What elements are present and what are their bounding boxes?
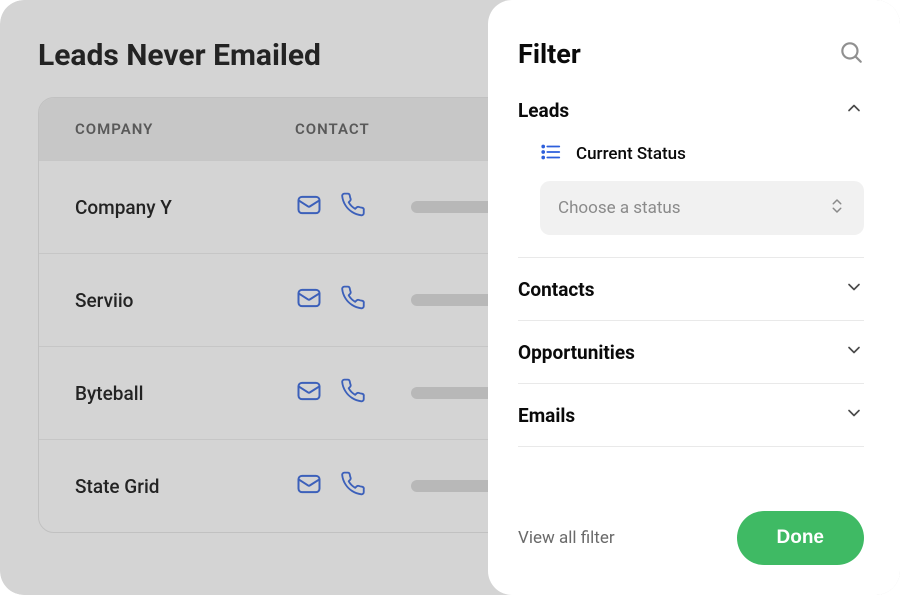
phone-icon[interactable] bbox=[341, 471, 367, 501]
filter-title: Filter bbox=[518, 38, 581, 70]
filter-section-emails: Emails bbox=[518, 384, 864, 447]
chevron-down-icon bbox=[844, 340, 864, 364]
filter-section-header-contacts[interactable]: Contacts bbox=[518, 258, 864, 320]
cell-company: Byteball bbox=[75, 382, 295, 405]
email-icon[interactable] bbox=[295, 191, 323, 223]
filter-section-header-opportunities[interactable]: Opportunities bbox=[518, 321, 864, 383]
done-button[interactable]: Done bbox=[737, 511, 865, 565]
list-icon bbox=[540, 141, 562, 167]
field-label-current-status: Current Status bbox=[576, 144, 686, 164]
cell-company: Company Y bbox=[75, 196, 295, 219]
section-title: Opportunities bbox=[518, 341, 635, 364]
phone-icon[interactable] bbox=[341, 378, 367, 408]
select-sort-icon bbox=[828, 197, 846, 219]
chevron-up-icon bbox=[844, 98, 864, 122]
email-icon[interactable] bbox=[295, 284, 323, 316]
filter-section-header-leads[interactable]: Leads bbox=[518, 96, 864, 141]
email-icon[interactable] bbox=[295, 470, 323, 502]
section-title: Emails bbox=[518, 404, 575, 427]
th-company: COMPANY bbox=[75, 120, 295, 138]
filter-section-header-emails[interactable]: Emails bbox=[518, 384, 864, 446]
phone-icon[interactable] bbox=[341, 285, 367, 315]
email-icon[interactable] bbox=[295, 377, 323, 409]
search-icon[interactable] bbox=[838, 39, 864, 69]
filter-panel: Filter Leads Current Status bbox=[488, 0, 900, 595]
filter-section-opportunities: Opportunities bbox=[518, 321, 864, 384]
select-placeholder: Choose a status bbox=[558, 198, 681, 218]
filter-section-contacts: Contacts bbox=[518, 258, 864, 321]
status-select[interactable]: Choose a status bbox=[540, 181, 864, 235]
section-title: Contacts bbox=[518, 278, 595, 301]
chevron-down-icon bbox=[844, 277, 864, 301]
chevron-down-icon bbox=[844, 403, 864, 427]
cell-company: Serviio bbox=[75, 289, 295, 312]
filter-section-leads: Leads Current Status Choose a status bbox=[518, 96, 864, 258]
phone-icon[interactable] bbox=[341, 192, 367, 222]
view-all-filter-link[interactable]: View all filter bbox=[518, 528, 615, 548]
cell-company: State Grid bbox=[75, 475, 295, 498]
section-title: Leads bbox=[518, 99, 569, 122]
